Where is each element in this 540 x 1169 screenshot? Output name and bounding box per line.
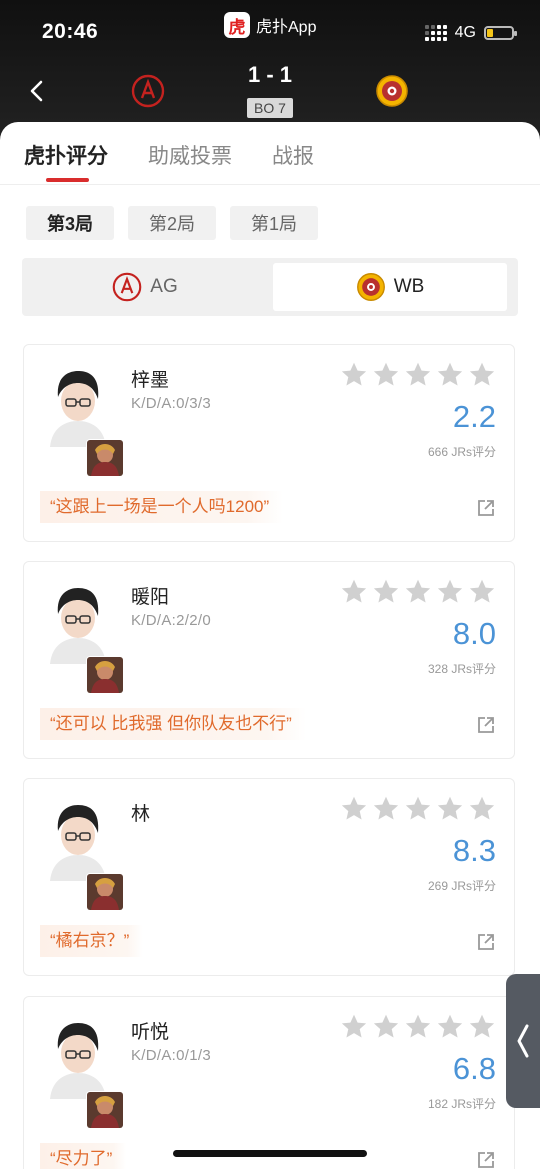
player-card[interactable]: 暖阳 K/D/A:2/2/0 8.0 328 JRs评分 “还可以 比我强 但你… bbox=[23, 561, 515, 759]
team-ag-label: AG bbox=[150, 276, 178, 297]
star-icon[interactable] bbox=[404, 578, 432, 606]
star-icon[interactable] bbox=[372, 1013, 400, 1041]
chevron-left-icon bbox=[517, 1024, 529, 1058]
team-ag-button[interactable]: AG bbox=[28, 263, 262, 311]
tab-bar: 虎扑评分 助威投票 战报 bbox=[0, 122, 540, 185]
status-indicators: 4G bbox=[424, 24, 517, 42]
player-kda: K/D/A:0/3/3 bbox=[131, 395, 212, 412]
home-indicator bbox=[173, 1150, 367, 1157]
main-panel: 虎扑评分 助威投票 战报 第3局 第2局 第1局 AG WB 梓墨 K/D/A:… bbox=[0, 122, 540, 1169]
rating-stars[interactable] bbox=[340, 361, 496, 389]
tab-active-indicator bbox=[46, 178, 89, 182]
match-score: 1 - 1 bbox=[247, 62, 293, 87]
match-format-badge: BO 7 bbox=[247, 98, 293, 118]
star-icon[interactable] bbox=[436, 795, 464, 823]
star-icon[interactable] bbox=[468, 578, 496, 606]
star-icon[interactable] bbox=[404, 361, 432, 389]
star-icon[interactable] bbox=[340, 578, 368, 606]
wb-logo-icon bbox=[356, 273, 385, 301]
star-icon[interactable] bbox=[340, 361, 368, 389]
player-card[interactable]: 听悦 K/D/A:0/1/3 6.8 182 JRs评分 “尽力了” bbox=[23, 996, 515, 1169]
player-kda: K/D/A:2/2/0 bbox=[131, 612, 212, 629]
rating-stars[interactable] bbox=[340, 795, 496, 823]
team-wb-button[interactable]: WB bbox=[273, 263, 507, 311]
player-card[interactable]: 林 8.3 269 JRs评分 “橘右京？” bbox=[23, 778, 515, 976]
rating-stars[interactable] bbox=[340, 1013, 496, 1041]
rating-count: 666 JRs评分 bbox=[427, 445, 496, 459]
star-icon[interactable] bbox=[436, 578, 464, 606]
player-avatar bbox=[50, 1023, 106, 1099]
tab-match-report[interactable]: 战报 bbox=[272, 140, 314, 170]
rating-stars[interactable] bbox=[340, 578, 496, 606]
player-score: 8.3 bbox=[452, 833, 496, 868]
status-time: 20:46 bbox=[42, 20, 99, 43]
share-icon[interactable] bbox=[476, 715, 496, 735]
rating-count: 182 JRs评分 bbox=[427, 1097, 496, 1111]
player-name: 梓墨 bbox=[131, 370, 170, 391]
player-name: 暖阳 bbox=[131, 587, 170, 608]
ag-logo-icon bbox=[112, 272, 142, 302]
app-logo-icon: 虎 bbox=[224, 12, 250, 38]
hero-portrait bbox=[86, 873, 124, 911]
top-comment[interactable]: “还可以 比我强 但你队友也不行” bbox=[40, 708, 306, 740]
match-header: 20:46 虎 虎扑App 4G 1 - 1 BO 7 bbox=[0, 0, 540, 140]
hero-portrait bbox=[86, 439, 124, 477]
star-icon[interactable] bbox=[340, 795, 368, 823]
share-icon[interactable] bbox=[476, 498, 496, 518]
player-name: 听悦 bbox=[131, 1022, 170, 1043]
player-avatar bbox=[50, 371, 106, 447]
player-kda: K/D/A:0/1/3 bbox=[131, 1047, 212, 1064]
app-name: 虎扑App bbox=[256, 19, 317, 36]
tab-cheer-vote[interactable]: 助威投票 bbox=[148, 140, 232, 170]
app-badge[interactable]: 虎 虎扑App bbox=[224, 12, 316, 38]
hero-portrait bbox=[86, 656, 124, 694]
round-selector: 第3局 第2局 第1局 bbox=[26, 206, 318, 240]
star-icon[interactable] bbox=[468, 795, 496, 823]
player-name: 林 bbox=[131, 804, 151, 825]
star-icon[interactable] bbox=[372, 795, 400, 823]
player-score: 2.2 bbox=[452, 399, 496, 434]
wb-team-logo-icon[interactable] bbox=[375, 74, 409, 108]
round-1-button[interactable]: 第1局 bbox=[230, 206, 318, 240]
network-type: 4G bbox=[454, 24, 476, 41]
signal-icon bbox=[424, 25, 447, 41]
player-score: 6.8 bbox=[452, 1051, 496, 1086]
star-icon[interactable] bbox=[468, 361, 496, 389]
round-2-button[interactable]: 第2局 bbox=[128, 206, 216, 240]
side-drawer-handle[interactable] bbox=[506, 974, 540, 1108]
star-icon[interactable] bbox=[436, 361, 464, 389]
top-comment[interactable]: “橘右京？” bbox=[40, 925, 144, 957]
rating-count: 328 JRs评分 bbox=[427, 662, 496, 676]
top-comment[interactable]: “这跟上一场是一个人吗1200” bbox=[40, 491, 284, 523]
star-icon[interactable] bbox=[436, 1013, 464, 1041]
player-avatar bbox=[50, 805, 106, 881]
hero-portrait bbox=[86, 1091, 124, 1129]
star-icon[interactable] bbox=[340, 1013, 368, 1041]
share-icon[interactable] bbox=[476, 932, 496, 952]
round-3-button[interactable]: 第3局 bbox=[26, 206, 114, 240]
team-toggle: AG WB bbox=[22, 258, 518, 316]
star-icon[interactable] bbox=[468, 1013, 496, 1041]
star-icon[interactable] bbox=[404, 795, 432, 823]
star-icon[interactable] bbox=[372, 361, 400, 389]
top-comment[interactable]: “尽力了” bbox=[40, 1143, 127, 1169]
player-score: 8.0 bbox=[452, 616, 496, 651]
star-icon[interactable] bbox=[404, 1013, 432, 1041]
tab-hupu-rating[interactable]: 虎扑评分 bbox=[24, 140, 108, 170]
battery-icon bbox=[484, 26, 517, 40]
player-card[interactable]: 梓墨 K/D/A:0/3/3 2.2 666 JRs评分 “这跟上一场是一个人吗… bbox=[23, 344, 515, 542]
star-icon[interactable] bbox=[372, 578, 400, 606]
player-avatar bbox=[50, 588, 106, 664]
share-icon[interactable] bbox=[476, 1150, 496, 1169]
team-wb-label: WB bbox=[393, 276, 425, 297]
rating-count: 269 JRs评分 bbox=[427, 879, 496, 893]
